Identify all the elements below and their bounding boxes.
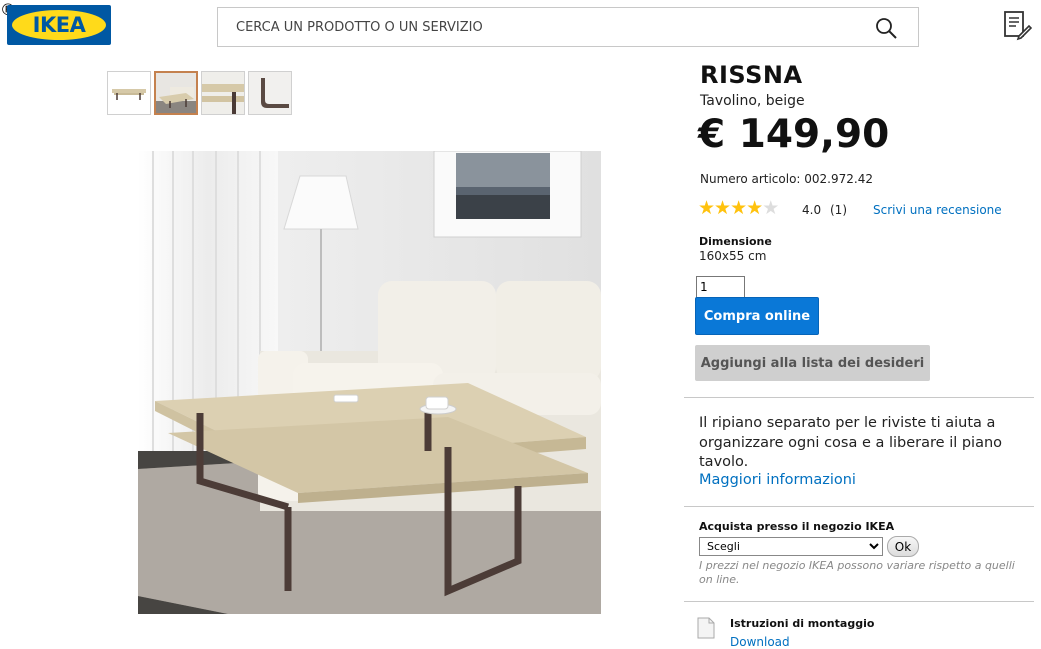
more-info-link[interactable]: Maggiori informazioni [699, 471, 856, 490]
divider [684, 506, 1034, 507]
store-label: Acquista presso il negozio IKEA [699, 520, 895, 533]
divider [684, 601, 1034, 602]
star-icon: ★ [714, 197, 731, 219]
product-description: Il ripiano separato per le riviste ti ai… [699, 415, 1003, 470]
thumbnail-1[interactable] [107, 71, 151, 115]
divider [684, 397, 1034, 398]
thumb-leg-image [249, 72, 291, 114]
thumbnail-3[interactable] [201, 71, 245, 115]
thumb-table-image [112, 89, 146, 100]
rating-stars[interactable]: ★★★★★ [698, 197, 779, 219]
ikea-logo[interactable]: IKEA [7, 5, 111, 45]
star-icon: ★ [746, 197, 763, 219]
store-note: I prezzi nel negozio IKEA possono variar… [699, 559, 1015, 586]
thumb-room-image [156, 73, 196, 113]
product-subtitle: Tavolino, beige [700, 93, 805, 109]
search-icon[interactable] [874, 16, 898, 40]
add-to-wishlist-button[interactable]: Aggiungi alla lista dei desideri [695, 345, 930, 381]
product-main-image[interactable] [138, 151, 601, 614]
star-icon: ★ [698, 197, 715, 219]
search-bar [217, 7, 919, 47]
thumb-shelf-image [202, 72, 244, 114]
store-ok-button[interactable]: Ok [887, 536, 919, 557]
thumbnail-4[interactable] [248, 71, 292, 115]
dimension-value: 160x55 cm [699, 249, 767, 263]
shopping-list-icon[interactable] [1002, 10, 1032, 42]
star-empty-icon: ★ [762, 197, 779, 219]
rating-count: (1) [830, 203, 847, 217]
dimension-label: Dimensione [699, 235, 772, 248]
quantity-input[interactable] [696, 276, 745, 298]
search-input[interactable] [218, 8, 858, 46]
product-price: € 149,90 [698, 112, 890, 157]
rating-value: 4.0 [802, 203, 822, 217]
buy-online-button[interactable]: Compra online [695, 297, 819, 335]
product-title: RISSNA [700, 61, 803, 89]
article-number: Numero articolo: 002.972.42 [700, 172, 873, 186]
download-link[interactable]: Download [730, 635, 790, 649]
assembly-instructions-label: Istruzioni di montaggio [730, 617, 875, 630]
store-select[interactable]: Scegli [699, 537, 883, 556]
logo-text: IKEA [32, 13, 86, 37]
document-icon [697, 617, 715, 639]
thumbnail-2[interactable] [154, 71, 198, 115]
star-icon: ★ [730, 197, 747, 219]
write-review-link[interactable]: Scrivi una recensione [873, 202, 1002, 218]
